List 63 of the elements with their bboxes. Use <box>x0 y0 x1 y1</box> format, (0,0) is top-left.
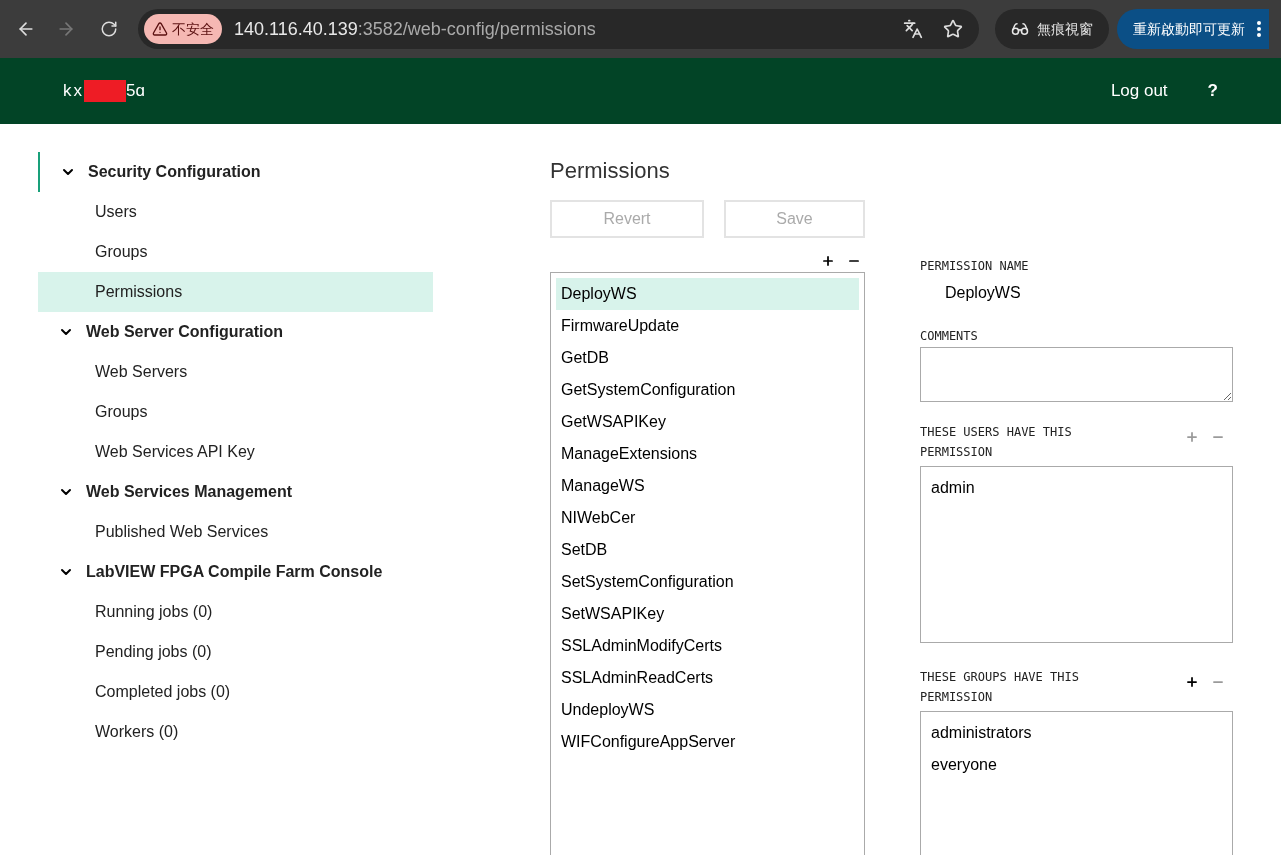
permission-item[interactable]: ManageWS <box>556 470 859 502</box>
permission-item[interactable]: SetWSAPIKey <box>556 598 859 630</box>
security-label: 不安全 <box>171 19 214 39</box>
nav-item[interactable]: Completed jobs (0) <box>38 672 433 712</box>
member-item[interactable]: admin <box>931 475 1222 507</box>
nav-item[interactable]: Permissions <box>38 272 433 312</box>
permission-item[interactable]: ManageExtensions <box>556 438 859 470</box>
member-item[interactable]: everyone <box>931 752 1222 784</box>
nav-item[interactable]: Groups <box>38 392 433 432</box>
reload-icon[interactable] <box>99 20 118 38</box>
help-link[interactable]: ? <box>1207 78 1218 104</box>
nav-section[interactable]: Web Services Management <box>38 472 433 512</box>
plus-icon <box>1185 430 1199 444</box>
permission-item[interactable]: GetWSAPIKey <box>556 406 859 438</box>
member-item[interactable]: administrators <box>931 720 1222 752</box>
permission-item[interactable]: SetDB <box>556 534 859 566</box>
permission-item[interactable]: GetSystemConfiguration <box>556 374 859 406</box>
brand-text: kx <box>63 80 84 103</box>
permission-item[interactable]: SSLAdminReadCerts <box>556 662 859 694</box>
permission-item[interactable]: SetSystemConfiguration <box>556 566 859 598</box>
redaction-mark <box>84 80 126 102</box>
star-icon[interactable] <box>943 19 963 39</box>
permission-item[interactable]: GetDB <box>556 342 859 374</box>
plus-icon <box>821 254 835 268</box>
nav-item[interactable]: Web Servers <box>38 352 433 392</box>
nav-section[interactable]: LabVIEW FPGA Compile Farm Console <box>38 552 433 592</box>
nav-item[interactable]: Running jobs (0) <box>38 592 433 632</box>
nav-item[interactable]: Web Services API Key <box>38 432 433 472</box>
page-title: Permissions <box>550 158 671 184</box>
nav-item[interactable]: Pending jobs (0) <box>38 632 433 672</box>
nav-section[interactable]: Security Configuration <box>38 152 433 192</box>
permission-item[interactable]: WIFConfigureAppServer <box>556 726 859 758</box>
translate-icon[interactable] <box>903 19 923 39</box>
permission-item[interactable]: SSLAdminModifyCerts <box>556 630 859 662</box>
permission-name-value: DeployWS <box>945 283 1022 303</box>
permission-item[interactable]: NIWebCer <box>556 502 859 534</box>
permission-item[interactable]: DeployWS <box>556 278 859 310</box>
brand-text: 5ɑ <box>126 80 145 103</box>
field-label: PERMISSION NAME <box>920 258 1030 275</box>
address-bar[interactable]: 不安全 140.116.40.139:3582/web-config/permissions <box>137 9 979 49</box>
nav-item[interactable]: Workers (0) <box>38 712 433 752</box>
permission-item[interactable]: UndeployWS <box>556 694 859 726</box>
incognito-chip[interactable]: 無痕視窗 <box>995 9 1109 49</box>
security-chip[interactable]: 不安全 <box>143 14 222 44</box>
section-label: THESE USERS HAVE THIS PERMISSION <box>920 424 1073 461</box>
add-button[interactable] <box>821 254 835 268</box>
nav-item[interactable]: Groups <box>38 232 433 272</box>
menu-icon <box>1257 21 1261 37</box>
nav-section[interactable]: Web Server Configuration <box>38 312 433 352</box>
permission-item[interactable]: FirmwareUpdate <box>556 310 859 342</box>
warning-icon <box>151 21 168 37</box>
plus-icon <box>1185 675 1199 689</box>
incognito-label: 無痕視窗 <box>1037 19 1093 39</box>
url-text: 140.116.40.139:3582/web-config/permissions <box>233 17 596 41</box>
section-label: THESE GROUPS HAVE THIS PERMISSION <box>920 669 1080 706</box>
update-button[interactable]: 重新啟動即可更新 <box>1117 9 1269 49</box>
nav-item[interactable]: Published Web Services <box>38 512 433 552</box>
comments-field[interactable] <box>920 347 1233 402</box>
incognito-icon <box>1011 20 1029 38</box>
add-button[interactable] <box>1185 675 1199 689</box>
nav-item[interactable]: Users <box>38 192 433 232</box>
field-label: COMMENTS <box>920 328 979 345</box>
logout-link[interactable]: Log out <box>1110 78 1168 104</box>
